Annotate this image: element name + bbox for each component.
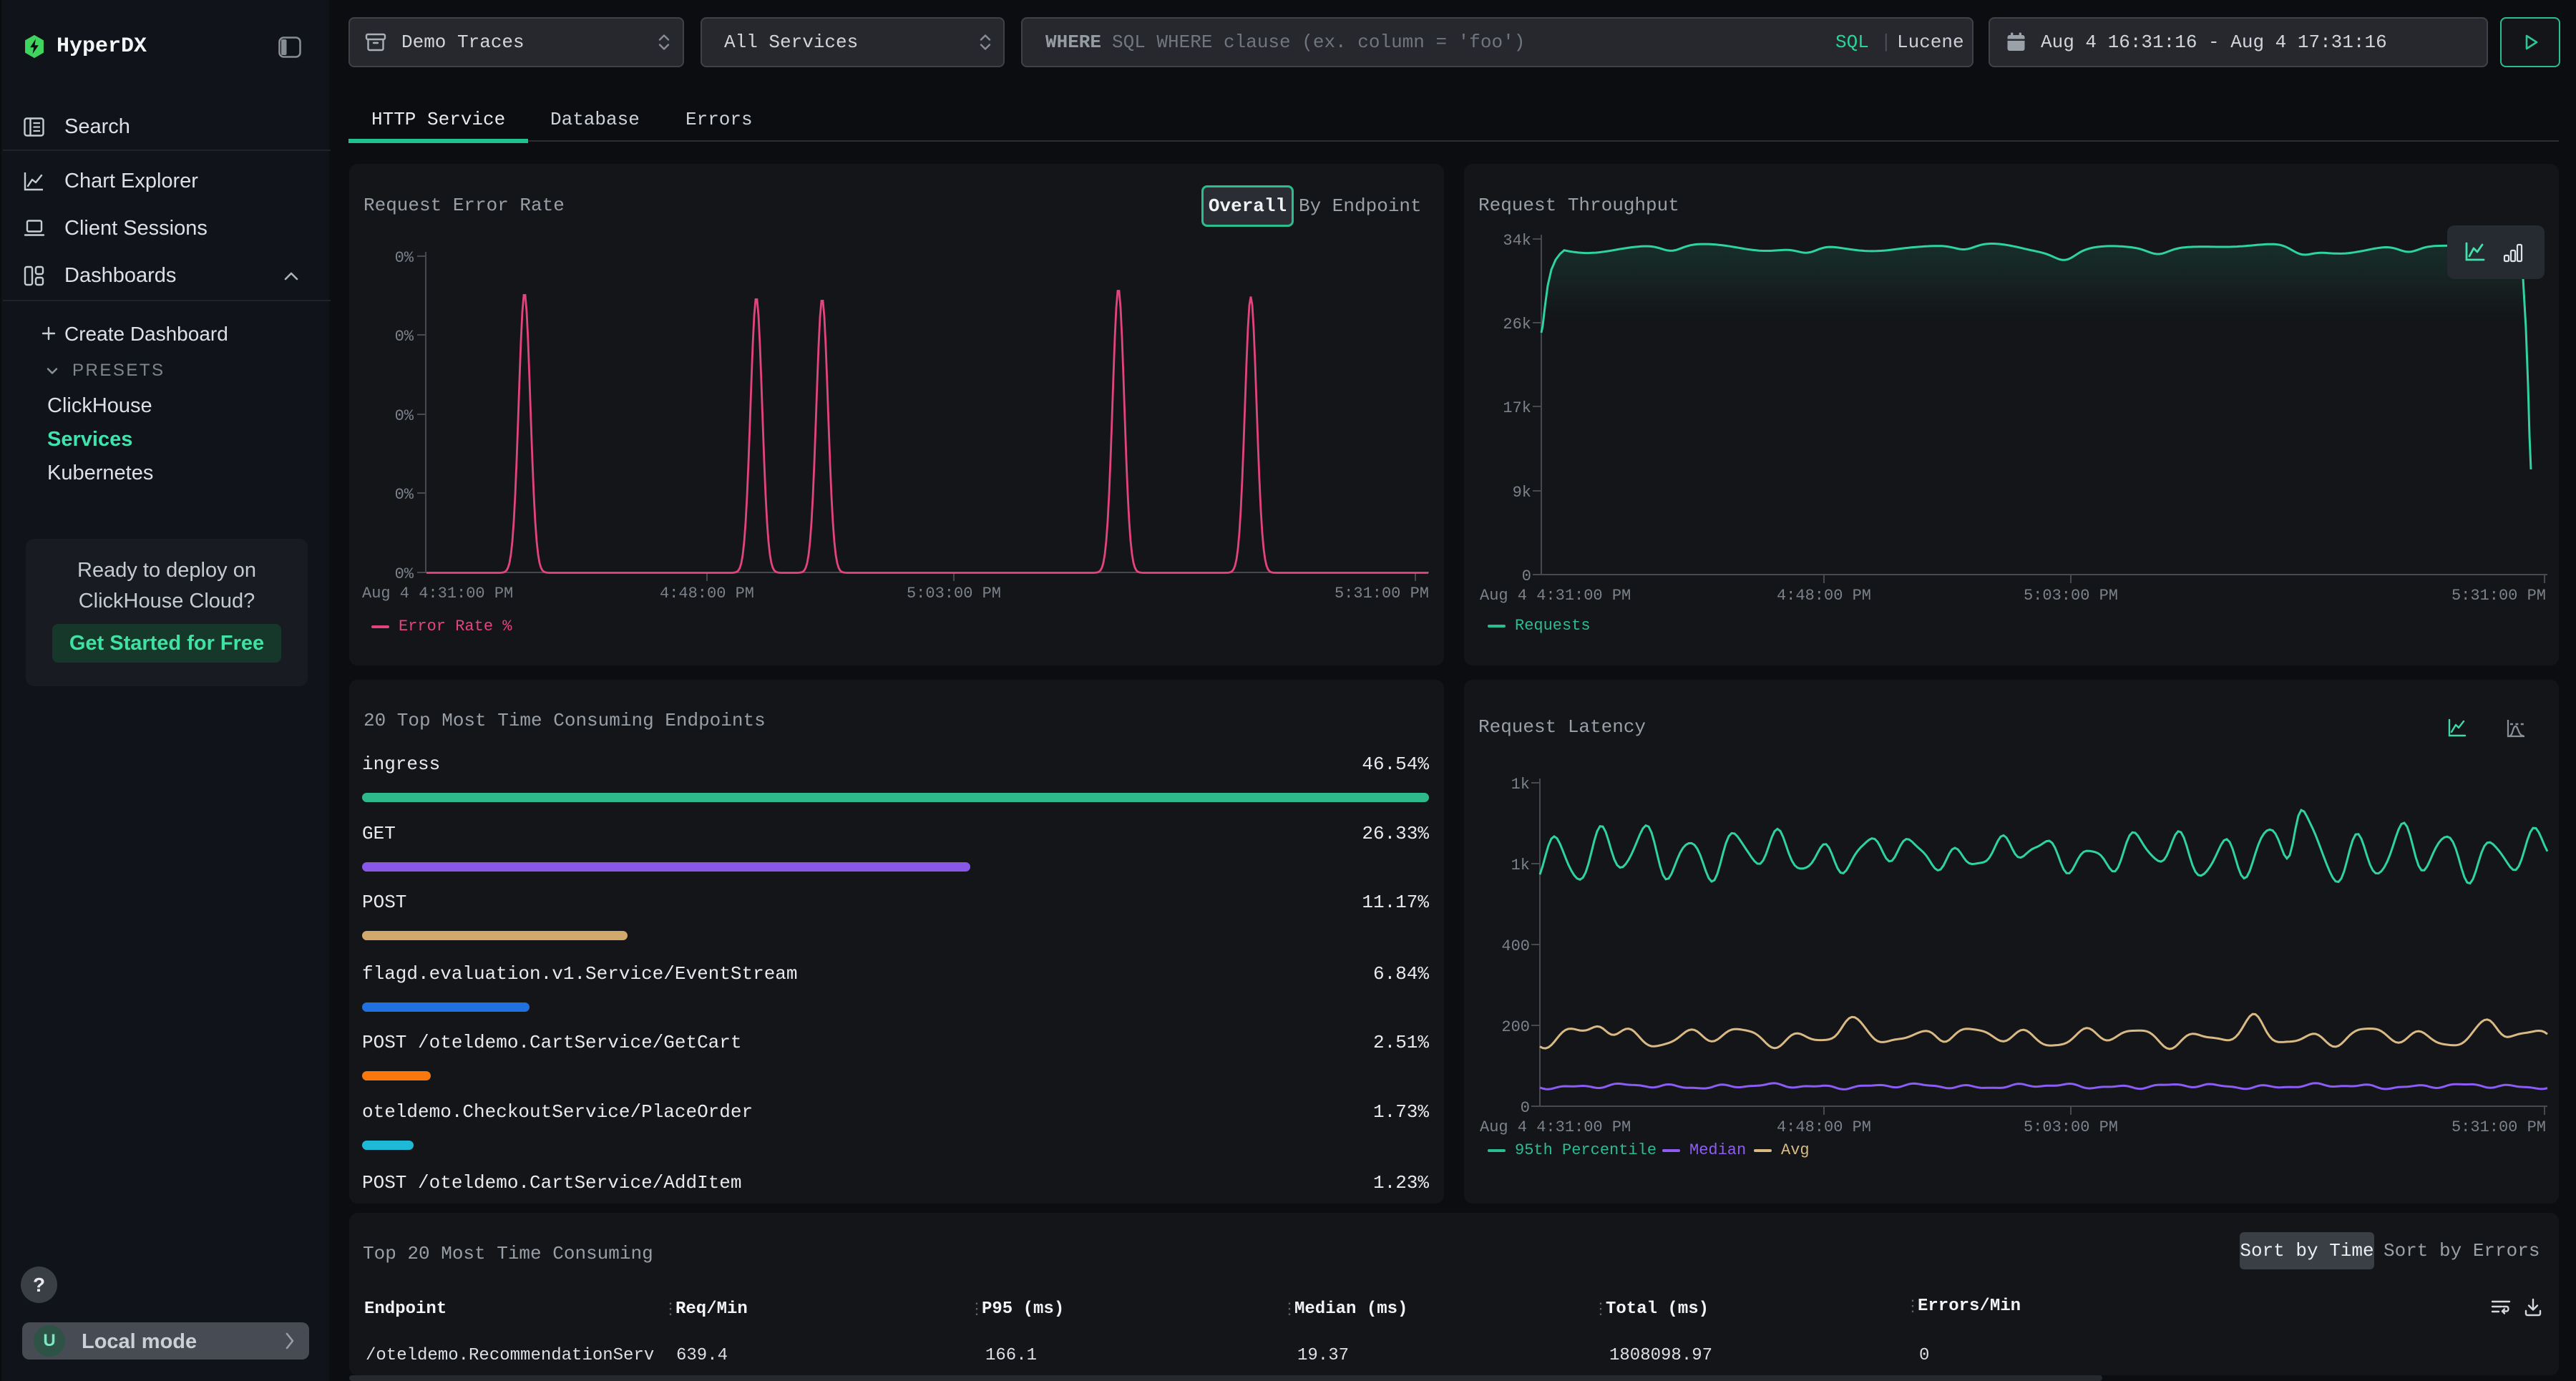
svg-text:200: 200 — [1501, 1018, 1530, 1036]
svg-text:0%: 0% — [395, 486, 414, 504]
svg-text:4:48:00 PM: 4:48:00 PM — [660, 585, 754, 602]
svg-text:400: 400 — [1501, 937, 1530, 955]
svg-text:0%: 0% — [395, 328, 414, 346]
svg-text:34k: 34k — [1503, 232, 1531, 250]
svg-text:5:03:00 PM: 5:03:00 PM — [2024, 1118, 2118, 1136]
svg-text:0: 0 — [1521, 1099, 1530, 1117]
svg-text:5:31:00 PM: 5:31:00 PM — [2451, 587, 2546, 605]
svg-text:5:03:00 PM: 5:03:00 PM — [2024, 587, 2118, 605]
svg-text:4:48:00 PM: 4:48:00 PM — [1777, 1118, 1871, 1136]
svg-text:9k: 9k — [1513, 484, 1531, 502]
svg-text:Aug 4 4:31:00 PM: Aug 4 4:31:00 PM — [1480, 587, 1631, 605]
svg-text:17k: 17k — [1503, 399, 1531, 417]
svg-text:0%: 0% — [395, 407, 414, 425]
svg-text:5:03:00 PM: 5:03:00 PM — [907, 585, 1001, 602]
svg-text:0%: 0% — [395, 565, 414, 583]
svg-text:26k: 26k — [1503, 316, 1531, 333]
svg-text:0: 0 — [1522, 567, 1531, 585]
svg-text:Aug 4 4:31:00 PM: Aug 4 4:31:00 PM — [362, 585, 513, 602]
svg-text:1k: 1k — [1511, 857, 1530, 874]
svg-text:5:31:00 PM: 5:31:00 PM — [2451, 1118, 2546, 1136]
svg-text:Aug 4 4:31:00 PM: Aug 4 4:31:00 PM — [1480, 1118, 1631, 1136]
svg-text:4:48:00 PM: 4:48:00 PM — [1777, 587, 1871, 605]
svg-text:0%: 0% — [395, 249, 414, 267]
svg-text:1k: 1k — [1511, 776, 1530, 794]
svg-text:5:31:00 PM: 5:31:00 PM — [1335, 585, 1429, 602]
